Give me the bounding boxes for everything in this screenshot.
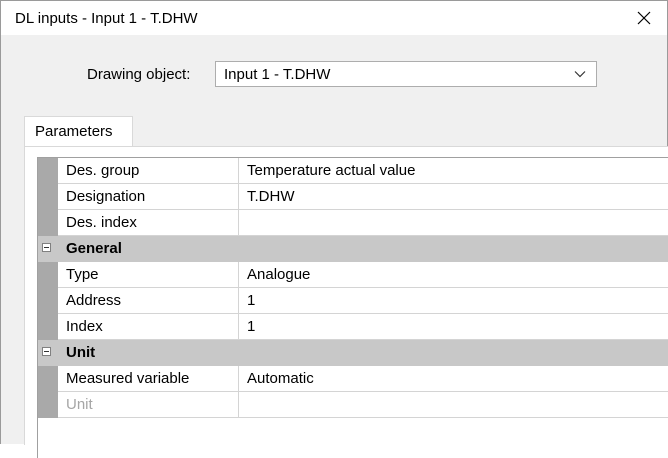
- property-value-cell[interactable]: [239, 210, 668, 236]
- dialog-body: Drawing object: Input 1 - T.DHW Paramete…: [1, 35, 668, 458]
- row-gutter: [38, 392, 58, 418]
- property-name-cell: Type: [58, 262, 239, 288]
- property-row[interactable]: Des. index: [38, 210, 668, 236]
- row-gutter: [38, 288, 58, 314]
- property-value-cell[interactable]: T.DHW: [239, 184, 668, 210]
- property-name: Des. index: [66, 214, 137, 231]
- window-title: DL inputs - Input 1 - T.DHW: [15, 10, 198, 27]
- close-button[interactable]: [629, 3, 659, 33]
- drawing-object-value: Input 1 - T.DHW: [224, 66, 331, 83]
- category-label: General: [66, 240, 122, 257]
- property-name-cell: Index: [58, 314, 239, 340]
- property-row[interactable]: Des. group Temperature actual value: [38, 158, 668, 184]
- property-row[interactable]: Type Analogue: [38, 262, 668, 288]
- property-grid: Des. group Temperature actual value Desi…: [37, 157, 668, 458]
- title-bar: DL inputs - Input 1 - T.DHW: [1, 1, 667, 35]
- property-name-cell: Des. group: [58, 158, 239, 184]
- property-name: Designation: [66, 188, 146, 205]
- property-name: Des. group: [66, 162, 140, 179]
- dialog-window: DL inputs - Input 1 - T.DHW Drawing obje…: [0, 0, 668, 458]
- property-row[interactable]: Address 1: [38, 288, 668, 314]
- row-gutter: [38, 158, 58, 184]
- property-name-cell: Address: [58, 288, 239, 314]
- row-gutter: [38, 366, 58, 392]
- drawing-object-select[interactable]: Input 1 - T.DHW: [215, 61, 597, 87]
- tab-parameters-label: Parameters: [35, 123, 113, 140]
- property-value: Analogue: [247, 266, 311, 283]
- property-value-cell[interactable]: Analogue: [239, 262, 668, 288]
- property-name-cell: Designation: [58, 184, 239, 210]
- collapse-toggle-icon[interactable]: [42, 243, 51, 252]
- close-icon: [637, 11, 651, 25]
- property-name-cell: Measured variable: [58, 366, 239, 392]
- row-gutter: [38, 210, 58, 236]
- property-value: Automatic: [247, 370, 314, 387]
- row-gutter: [38, 262, 58, 288]
- property-row: Unit: [38, 392, 668, 418]
- property-value: T.DHW: [247, 188, 295, 205]
- property-value-cell[interactable]: 1: [239, 288, 668, 314]
- property-row[interactable]: Measured variable Automatic: [38, 366, 668, 392]
- collapse-toggle-icon[interactable]: [42, 347, 51, 356]
- drawing-object-label: Drawing object:: [87, 66, 191, 83]
- property-name: Address: [66, 292, 122, 309]
- category-label: Unit: [66, 344, 96, 361]
- property-value: 1: [247, 318, 256, 335]
- row-gutter: [38, 314, 58, 340]
- property-value: 1: [247, 292, 256, 309]
- property-name: Type: [66, 266, 99, 283]
- property-value-cell[interactable]: 1: [239, 314, 668, 340]
- chevron-down-icon: [574, 71, 586, 78]
- property-row[interactable]: Designation T.DHW: [38, 184, 668, 210]
- property-name-cell: Unit: [58, 392, 239, 418]
- property-value: Temperature actual value: [247, 162, 416, 179]
- property-name: Measured variable: [66, 370, 190, 387]
- tab-parameters[interactable]: Parameters: [24, 116, 133, 147]
- property-name: Index: [66, 318, 103, 335]
- category-row-unit[interactable]: Unit: [38, 340, 668, 366]
- property-name-cell: Des. index: [58, 210, 239, 236]
- parameters-panel: Des. group Temperature actual value Desi…: [24, 146, 668, 458]
- property-value-cell[interactable]: Automatic: [239, 366, 668, 392]
- category-row-general[interactable]: General: [38, 236, 668, 262]
- property-value-cell: [239, 392, 668, 418]
- property-value-cell[interactable]: Temperature actual value: [239, 158, 668, 184]
- property-row[interactable]: Index 1: [38, 314, 668, 340]
- property-name: Unit: [66, 396, 93, 413]
- row-gutter: [38, 184, 58, 210]
